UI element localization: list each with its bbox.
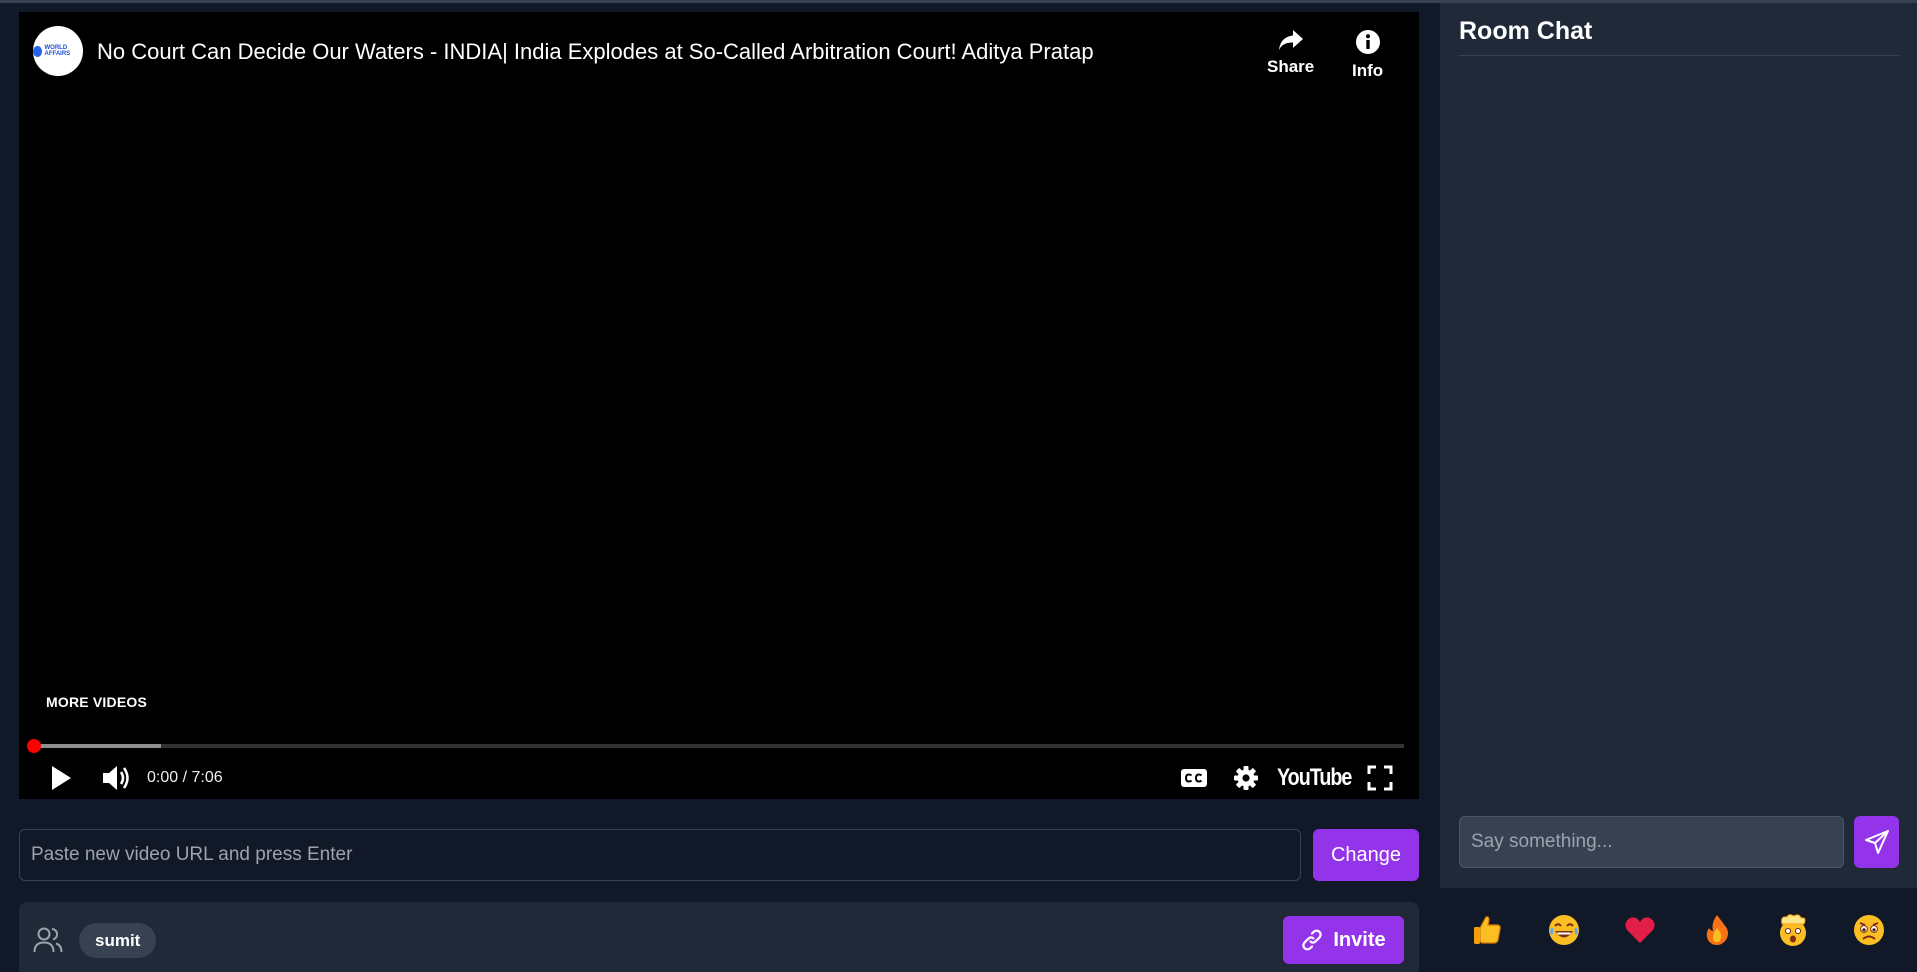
play-icon	[52, 766, 71, 790]
invite-button[interactable]: Invite	[1283, 916, 1404, 964]
chat-input[interactable]	[1459, 816, 1844, 868]
link-icon	[1302, 929, 1323, 951]
gear-icon	[1234, 766, 1258, 790]
progress-bar[interactable]	[27, 739, 1404, 753]
thumbs-up-emoji-button[interactable]	[1464, 906, 1512, 954]
participants-bar: sumit Invite	[19, 902, 1419, 972]
mind-blown-emoji-button[interactable]	[1769, 906, 1817, 954]
send-icon	[1864, 830, 1889, 854]
info-icon	[1355, 30, 1380, 54]
volume-icon	[103, 766, 129, 790]
invite-label: Invite	[1333, 928, 1386, 951]
user-chip: sumit	[79, 923, 157, 958]
progress-buffered	[34, 744, 162, 748]
fire-emoji-button[interactable]	[1693, 906, 1741, 954]
channel-avatar[interactable]: WORLD AFFAIRS	[33, 26, 83, 76]
share-label: Share	[1267, 57, 1315, 76]
chat-divider	[1459, 55, 1899, 56]
video-player[interactable]: WORLD AFFAIRS No Court Can Decide Our Wa…	[19, 12, 1419, 799]
time-display: 0:00 / 7:06	[147, 769, 223, 786]
fire-icon	[1706, 915, 1728, 945]
captions-button[interactable]	[1177, 760, 1211, 796]
chat-panel: Room Chat	[1440, 3, 1917, 972]
progress-scrubber[interactable]	[27, 739, 41, 753]
send-button[interactable]	[1854, 816, 1899, 868]
heart-icon	[1625, 917, 1656, 943]
laughing-emoji-button[interactable]	[1540, 906, 1588, 954]
youtube-logo[interactable]: YouTube	[1277, 760, 1352, 796]
fullscreen-button[interactable]	[1363, 760, 1397, 796]
heart-emoji-button[interactable]	[1616, 906, 1664, 954]
video-url-input[interactable]	[19, 829, 1301, 881]
volume-button[interactable]	[97, 760, 135, 796]
reactions-bar	[1440, 888, 1917, 972]
share-button[interactable]: Share	[1267, 29, 1314, 77]
chat-title: Room Chat	[1459, 17, 1593, 45]
url-row: Change	[19, 829, 1419, 881]
video-title[interactable]: No Court Can Decide Our Waters - INDIA| …	[97, 39, 1247, 65]
sad-icon	[1853, 915, 1884, 945]
change-video-button[interactable]: Change	[1313, 829, 1419, 881]
mind-blown-icon	[1779, 914, 1806, 946]
sad-emoji-button[interactable]	[1845, 906, 1893, 954]
share-icon	[1278, 30, 1303, 50]
captions-icon	[1181, 769, 1207, 787]
info-button[interactable]: Info	[1352, 29, 1383, 81]
globe-icon	[33, 45, 42, 57]
chat-messages[interactable]	[1459, 63, 1899, 803]
users-icon	[33, 927, 63, 953]
settings-button[interactable]	[1229, 760, 1263, 796]
more-videos-button[interactable]: MORE VIDEOS	[46, 694, 147, 710]
play-button[interactable]	[43, 760, 79, 796]
thumbs-up-icon	[1474, 916, 1501, 944]
laughing-icon	[1549, 915, 1580, 945]
fullscreen-icon	[1367, 765, 1393, 791]
info-label: Info	[1352, 61, 1384, 80]
channel-logo-text: WORLD AFFAIRS	[44, 45, 71, 57]
